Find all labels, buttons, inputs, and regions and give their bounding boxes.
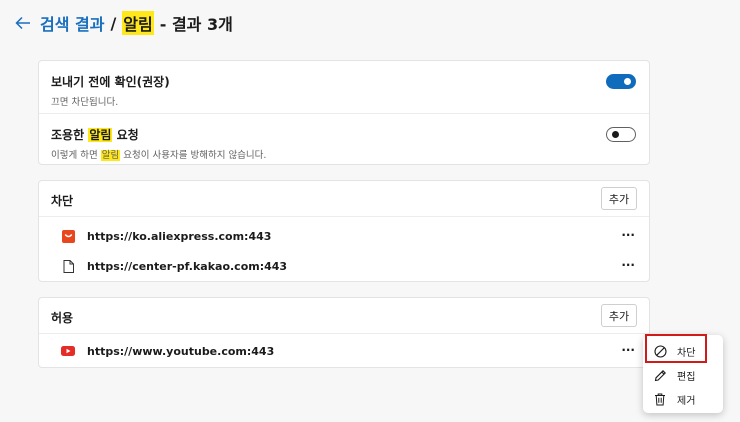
site-row: https://ko.aliexpress.com:443 ··· — [39, 221, 649, 251]
back-arrow-icon — [15, 16, 30, 30]
setting-quiet-notification-requests: 조용한 알림 요청 이렇게 하면 알림 요청이 사용자를 방해하지 않습니다. — [39, 113, 649, 165]
more-options-button[interactable]: ··· — [621, 258, 635, 272]
more-options-button[interactable]: ··· — [621, 228, 635, 242]
menu-item-block[interactable]: 차단 — [643, 339, 723, 363]
setting-description: 이렇게 하면 알림 요청이 사용자를 방해하지 않습니다. — [51, 147, 649, 161]
page-header: 검색 결과 / 알림 - 결과 3개 — [14, 10, 233, 36]
site-row: https://www.youtube.com:443 ··· — [39, 336, 649, 366]
title-text: 요청 — [112, 128, 139, 142]
menu-item-label: 차단 — [677, 347, 696, 359]
menu-item-label: 편집 — [677, 371, 696, 383]
toggle-knob — [624, 78, 631, 85]
block-add-button[interactable]: 추가 — [601, 187, 637, 210]
site-row: https://center-pf.kakao.com:443 ··· — [39, 251, 649, 281]
site-context-menu: 차단 편집 제거 — [643, 335, 723, 413]
block-section-header: 차단 추가 — [39, 181, 649, 217]
breadcrumb-search-results[interactable]: 검색 결과 — [40, 11, 104, 35]
search-query-highlight: 알림 — [122, 11, 154, 35]
title-highlight: 알림 — [88, 128, 113, 142]
site-url: https://www.youtube.com:443 — [87, 344, 275, 358]
setting-title: 조용한 알림 요청 — [51, 126, 649, 143]
setting-confirm-before-send: 보내기 전에 확인(권장) 끄면 차단됩니다. — [39, 61, 649, 113]
aliexpress-icon — [61, 229, 75, 243]
desc-text: 이렇게 하면 — [51, 150, 101, 161]
title-text: 조용한 — [51, 128, 89, 142]
block-section-card: 차단 추가 https://ko.aliexpress.com:443 ··· … — [38, 180, 650, 282]
setting-description: 끄면 차단됩니다. — [51, 97, 119, 108]
menu-item-edit[interactable]: 편집 — [643, 363, 723, 387]
menu-item-remove[interactable]: 제거 — [643, 387, 723, 411]
trash-icon — [653, 392, 667, 406]
site-url: https://center-pf.kakao.com:443 — [87, 259, 288, 273]
site-url: https://ko.aliexpress.com:443 — [87, 229, 272, 243]
notification-settings-card: 보내기 전에 확인(권장) 끄면 차단됩니다. 조용한 알림 요청 이렇게 하면… — [38, 60, 650, 165]
document-icon — [61, 259, 75, 273]
allow-section-card: 허용 추가 https://www.youtube.com:443 ··· — [38, 297, 650, 368]
pencil-icon — [653, 368, 667, 382]
back-button[interactable] — [14, 14, 32, 32]
allow-section-title: 허용 — [51, 311, 74, 325]
more-options-button[interactable]: ··· — [621, 343, 635, 357]
desc-text: 요청이 사용자를 방해하지 않습니다. — [120, 150, 267, 161]
setting-title: 보내기 전에 확인(권장) — [51, 75, 170, 89]
block-icon — [653, 344, 667, 358]
allow-section-header: 허용 추가 — [39, 298, 649, 334]
page-title: 검색 결과 / 알림 - 결과 3개 — [40, 11, 233, 35]
confirm-before-send-toggle[interactable] — [606, 74, 636, 89]
desc-highlight: 알림 — [100, 150, 121, 161]
toggle-knob — [612, 131, 619, 138]
menu-item-label: 제거 — [677, 395, 696, 407]
breadcrumb-separator: / — [110, 13, 117, 33]
allow-add-button[interactable]: 추가 — [601, 304, 637, 327]
youtube-icon — [61, 344, 75, 358]
result-count: - 결과 3개 — [159, 15, 233, 34]
block-section-title: 차단 — [51, 194, 74, 208]
quiet-requests-toggle[interactable] — [606, 127, 636, 142]
